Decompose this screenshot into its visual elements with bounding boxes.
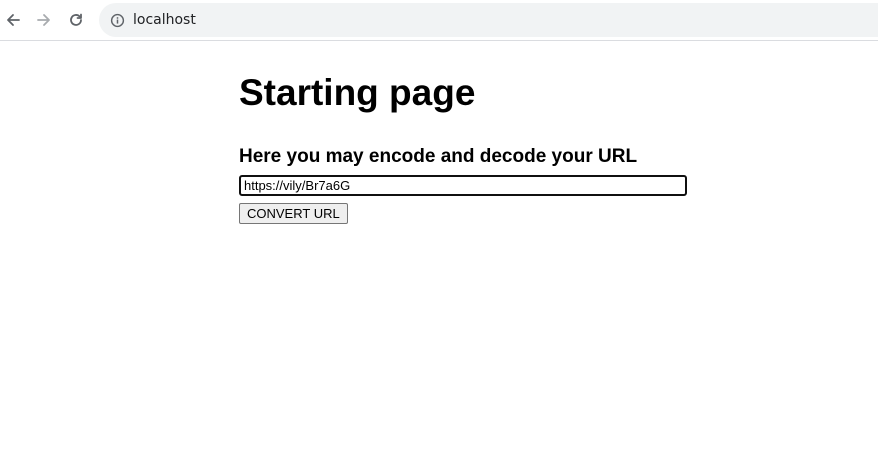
- arrow-right-icon: [37, 14, 50, 26]
- convert-url-button[interactable]: CONVERT URL: [239, 203, 348, 224]
- forward-button[interactable]: [31, 7, 57, 33]
- arrow-left-icon: [7, 14, 20, 26]
- page-subtitle: Here you may encode and decode your URL: [239, 146, 638, 167]
- reload-icon: [70, 13, 82, 26]
- reload-button[interactable]: [63, 7, 89, 33]
- main-content: Starting page Here you may encode and de…: [239, 73, 699, 224]
- address-bar-url: localhost: [133, 12, 196, 28]
- url-input[interactable]: [239, 175, 687, 196]
- address-bar[interactable]: localhost: [99, 3, 878, 37]
- back-button[interactable]: [0, 7, 26, 33]
- info-circle-icon: [110, 13, 124, 27]
- site-info-button[interactable]: [109, 12, 125, 28]
- browser-toolbar: localhost: [0, 0, 878, 41]
- page-title: Starting page: [239, 72, 476, 113]
